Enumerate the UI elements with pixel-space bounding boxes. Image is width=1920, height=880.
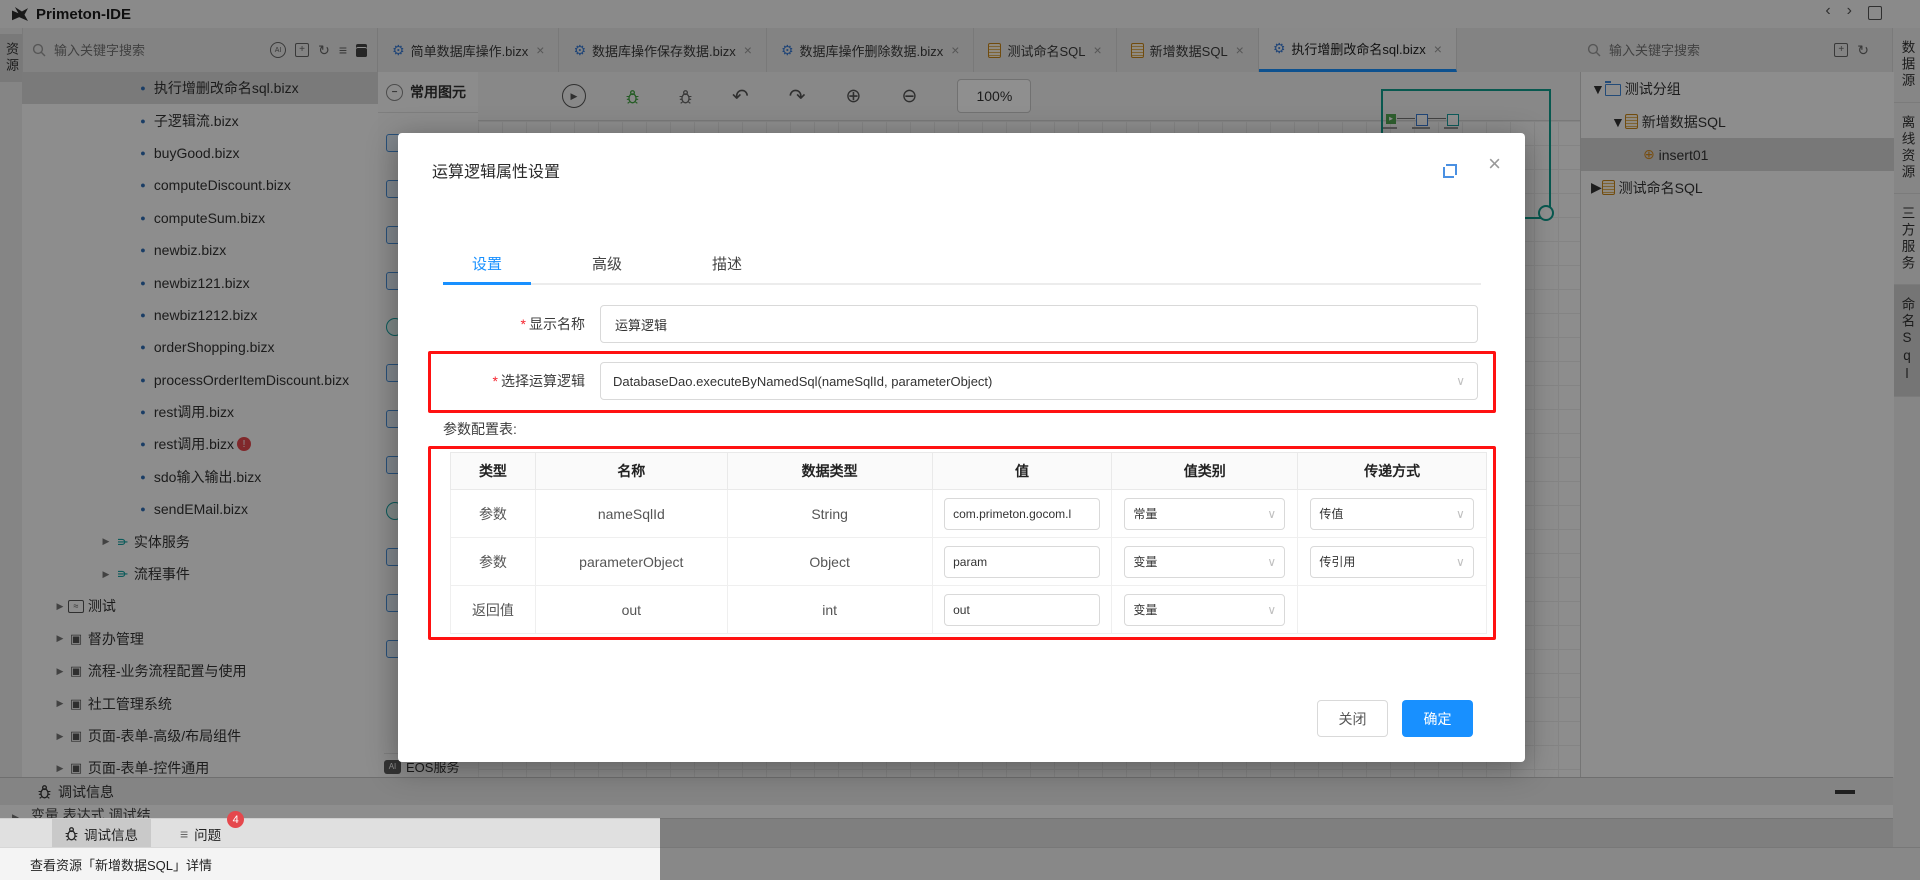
problems-count-badge: 4 [227, 811, 244, 828]
tab-label: 调试信息 [84, 824, 138, 844]
close-icon[interactable]: × [1488, 151, 1501, 177]
status-text: 查看资源「新增数据SQL」详情 [30, 855, 212, 874]
tab-problems[interactable]: ≡ 问题 4 [167, 819, 234, 848]
close-button[interactable]: 关闭 [1317, 700, 1388, 737]
status-bar: 查看资源「新增数据SQL」详情 [0, 847, 660, 880]
primeton-ide-app: Primeton-IDE ‹ › AI+↻≡ ⚙简单数据库操作.bizx×⚙数据… [0, 0, 1920, 880]
bottom-tabrow: 调试信息 ≡ 问题 4 [0, 818, 660, 848]
bug-icon [65, 826, 78, 841]
display-name-input[interactable] [613, 316, 1465, 333]
dialog-title: 运算逻辑属性设置 [432, 158, 560, 182]
dialog-tabs: 设置高级描述 [443, 245, 803, 281]
field-display-name: *显示名称 [398, 305, 1478, 343]
fullscreen-icon[interactable] [1443, 164, 1457, 178]
confirm-button[interactable]: 确定 [1402, 700, 1473, 737]
tab-track [443, 283, 1481, 285]
param-table-caption: 参数配置表: [443, 419, 517, 439]
active-tab-indicator [443, 282, 531, 285]
field-label: *显示名称 [398, 314, 585, 334]
tab-debug-info[interactable]: 调试信息 [52, 819, 151, 848]
display-name-box [600, 305, 1478, 343]
tab-label: 问题 [194, 824, 221, 844]
required-star: * [521, 316, 526, 332]
annotation-box-param-table [428, 446, 1496, 640]
dialog-tab[interactable]: 描述 [683, 245, 771, 281]
dialog-tab[interactable]: 设置 [443, 245, 531, 281]
dialog-tab[interactable]: 高级 [563, 245, 651, 281]
annotation-box-logic-row [428, 351, 1496, 413]
list-icon: ≡ [180, 826, 188, 842]
